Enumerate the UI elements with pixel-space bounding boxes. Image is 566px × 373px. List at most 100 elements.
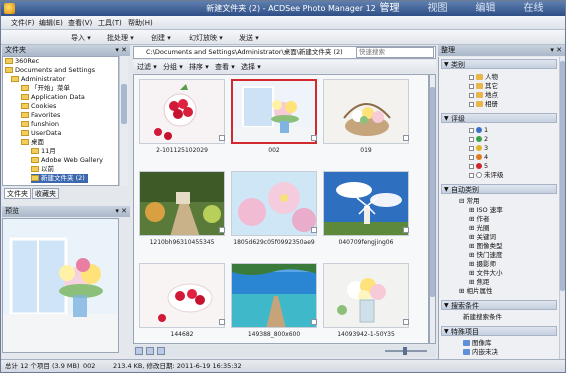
category-albums[interactable]: 相册 [469,100,498,108]
tree-item[interactable]: Cookies [21,102,56,111]
send-button[interactable]: 发送 ▾ [239,33,259,43]
tree-item[interactable]: 11月 [31,147,56,156]
organize-scrollbar[interactable] [559,57,565,370]
auto-item[interactable]: ⊞ 焦距 [469,278,490,286]
view-mode-icon[interactable] [157,347,165,355]
menu-tools[interactable]: 工具(T) [98,18,122,28]
group-button[interactable]: 分组 ▾ [163,62,183,72]
mode-online-tab[interactable]: 在线 [511,1,556,16]
auto-item[interactable]: ⊞ ISO 速率 [469,206,503,214]
mode-edit-tab[interactable]: 编辑 [463,1,508,16]
select-checkbox[interactable] [403,135,409,141]
auto-item[interactable]: ⊞ 摄影师 [469,260,496,268]
rating-2[interactable]: 2 [469,135,488,143]
tree-item[interactable]: 桌面 [21,138,44,147]
view-mode-icon[interactable] [135,347,143,355]
select-checkbox[interactable] [219,319,225,325]
batch-button[interactable]: 批处理 ▾ [107,33,134,43]
menu-edit[interactable]: 编辑(E) [39,18,63,28]
category-other[interactable]: 其它 [469,82,498,90]
tree-item[interactable]: 360Rec [5,57,39,66]
quick-search-input[interactable] [356,47,434,58]
close-icon[interactable]: ▾ ✕ [550,45,562,56]
folder-icon [5,58,13,64]
view-mode-icon[interactable] [146,347,154,355]
auto-item[interactable]: ⊞ 作者 [469,215,490,223]
special-item-pending[interactable]: 内嵌未决 [463,348,498,356]
thumbnail-item[interactable]: 019 [320,77,412,157]
ratings-section-header[interactable]: ▼ 评级 [441,113,557,123]
scroll-thumb[interactable] [121,84,127,124]
photo-properties[interactable]: ⊞ 相片属性 [459,287,493,295]
tab-favorites[interactable]: 收藏夹 [32,188,59,199]
categories-section-header[interactable]: ▼ 类别 [441,59,557,69]
menu-help[interactable]: 帮助(H) [128,18,153,28]
import-button[interactable]: 导入 ▾ [71,33,91,43]
select-checkbox[interactable] [219,227,225,233]
tree-item[interactable]: Application Data [21,93,85,102]
select-checkbox[interactable] [311,135,317,141]
close-icon[interactable]: ▾ ✕ [115,45,127,56]
tab-folders[interactable]: 文件夹 [4,188,31,199]
scroll-thumb[interactable] [560,61,565,291]
rating-5[interactable]: 5 [469,162,488,170]
sort-button[interactable]: 排序 ▾ [189,62,209,72]
new-search-button[interactable]: 新建搜索条件 [463,313,502,321]
auto-item[interactable]: ⊞ 文件大小 [469,269,503,277]
thumbnail-item[interactable]: 149388_800x600 [228,261,320,341]
tree-item-selected[interactable]: 新建文件夹 (2) [31,174,88,183]
tree-item[interactable]: Favorites [21,111,60,120]
rating-4[interactable]: 4 [469,153,488,161]
tree-item[interactable]: 以前 [31,165,54,174]
tree-item[interactable]: Documents and Settings [5,66,95,75]
select-button[interactable]: 选择 ▾ [241,62,261,72]
auto-item[interactable]: ⊞ 关键词 [469,233,496,241]
mode-view-tab[interactable]: 视图 [415,1,460,16]
select-checkbox[interactable] [311,227,317,233]
view-button[interactable]: 查看 ▾ [215,62,235,72]
auto-categories-section-header[interactable]: ▼ 自动类别 [441,184,557,194]
auto-item[interactable]: ⊞ 光圈 [469,224,490,232]
select-checkbox[interactable] [403,319,409,325]
auto-item[interactable]: ⊞ 图像类型 [469,242,503,250]
folder-tree-scrollbar[interactable] [119,56,128,186]
status-file-info: 213.4 KB, 修改日期: 2011-6-19 16:35:32 [113,362,242,370]
tree-item[interactable]: Adobe Web Gallery [31,156,103,165]
rating-3[interactable]: 3 [469,144,488,152]
close-icon[interactable]: ▾ ✕ [115,206,127,217]
thumbnail-item[interactable]: 1210bh96310455345 [136,169,228,249]
folder-tree[interactable]: 360Rec Documents and Settings Administra… [2,56,119,186]
menu-view[interactable]: 查看(V) [68,18,92,28]
search-section-header[interactable]: ▼ 搜索条件 [441,300,557,310]
slideshow-button[interactable]: 幻灯放映 ▾ [189,33,223,43]
thumbnail-item[interactable]: 040709fengjing06 [320,169,412,249]
mode-manage-tab[interactable]: 管理 [367,1,412,16]
tree-item[interactable]: UserData [21,129,61,138]
thumbnail-item[interactable]: 144682 [136,261,228,341]
menu-file[interactable]: 文件(F) [11,18,35,28]
category-places[interactable]: 地点 [469,91,498,99]
tree-item[interactable]: funshion [21,120,59,129]
select-checkbox[interactable] [219,135,225,141]
thumbnail-item[interactable]: 14093942-1-50Y35 [320,261,412,341]
special-section-header[interactable]: ▼ 特殊项目 [441,326,557,336]
category-people[interactable]: 人物 [469,73,498,81]
special-item-library[interactable]: 图像库 [463,339,492,347]
gallery-scrollbar[interactable] [429,74,436,344]
create-button[interactable]: 创建 ▾ [151,33,171,43]
auto-item[interactable]: ⊞ 快门速度 [469,251,503,259]
filter-button[interactable]: 过滤 ▾ [137,62,157,72]
auto-group-common[interactable]: ⊟ 常用 [459,197,480,205]
rating-unrated[interactable]: 未评级 [469,171,504,179]
select-checkbox[interactable] [311,319,317,325]
thumbnail-item[interactable]: 1805d629c05f0992350ae9 [228,169,320,249]
thumbnail-gallery[interactable]: 2-101125102029 002 019 1210bh96310455345 [133,74,429,344]
tree-item[interactable]: Administrator [11,75,65,84]
zoom-slider-handle[interactable] [403,347,407,355]
thumbnail-item[interactable]: 2-101125102029 [136,77,228,157]
rating-1[interactable]: 1 [469,126,488,134]
scroll-thumb[interactable] [430,87,435,297]
tree-item[interactable]: 「开始」菜单 [21,84,70,93]
thumbnail-item-selected[interactable]: 002 [228,77,320,157]
select-checkbox[interactable] [403,227,409,233]
